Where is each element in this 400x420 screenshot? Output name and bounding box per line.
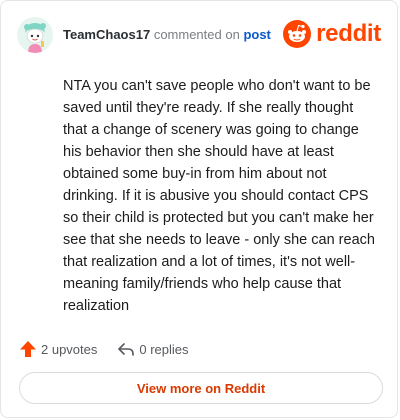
comment-header: TeamChaos17 commented on post reddit [17,15,381,55]
byline-action-text: commented on [153,27,240,42]
upvote-arrow-icon [20,341,36,357]
reply-count: 0 replies [139,341,189,357]
reddit-wordmark: reddit [316,20,381,47]
user-avatar[interactable] [17,17,53,53]
view-more-on-reddit-button[interactable]: View more on Reddit [19,372,383,404]
reply-arrow-icon [118,343,135,356]
upvote-button[interactable]: 2 upvotes [19,340,97,358]
comment-actions: 2 upvotes 0 replies [19,339,209,359]
comment-embed-card: TeamChaos17 commented on post reddit NTA… [0,0,398,418]
username-link[interactable]: TeamChaos17 [63,27,150,42]
reddit-brand[interactable]: reddit [283,19,381,49]
reddit-logo-icon [283,20,312,48]
snoo-avatar-icon [17,17,53,53]
reply-button[interactable]: 0 replies [117,340,189,358]
post-link[interactable]: post [243,27,270,42]
comment-body: NTA you can't save people who don't want… [63,78,375,314]
upvote-count: 2 upvotes [41,341,98,357]
comment-byline: TeamChaos17 commented on post [63,27,271,42]
